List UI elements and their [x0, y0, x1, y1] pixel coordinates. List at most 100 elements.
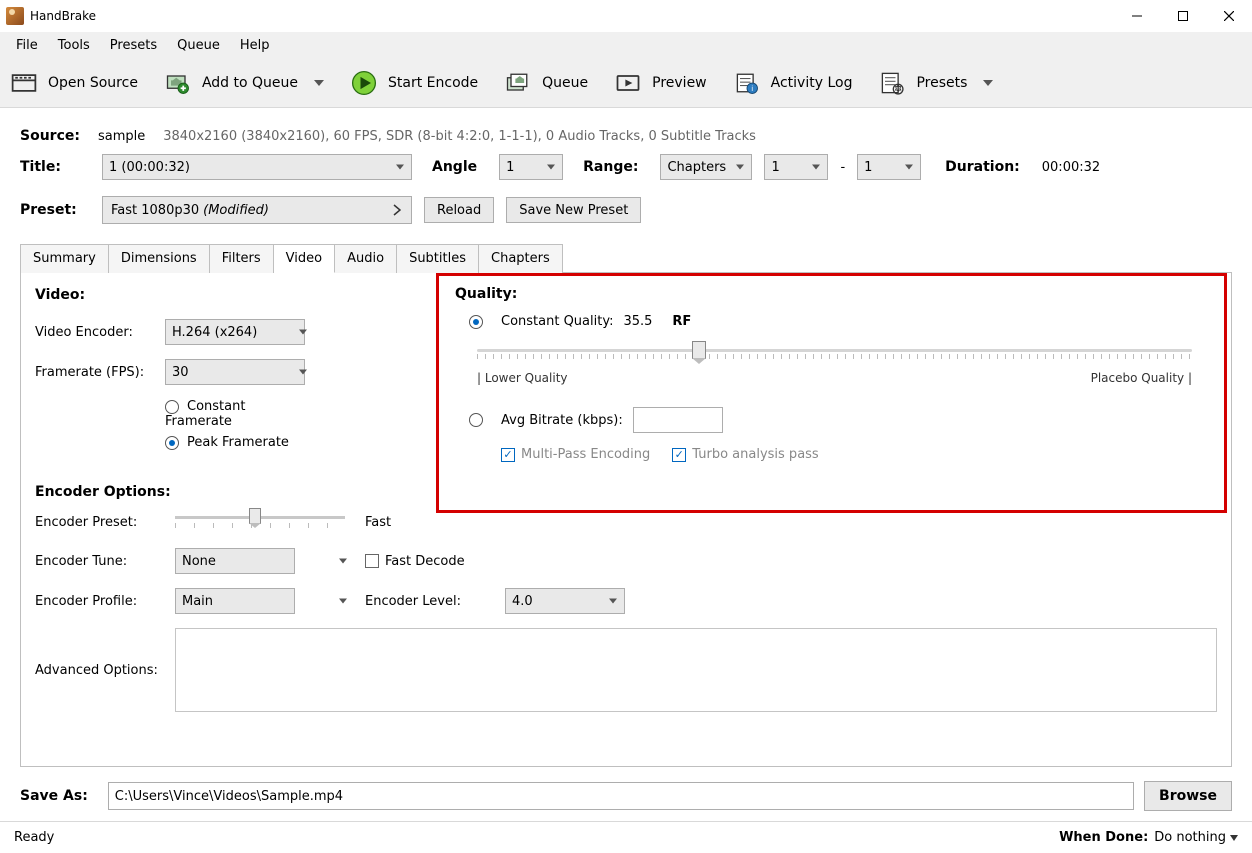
avg-bitrate-radio[interactable]: Avg Bitrate (kbps):: [469, 413, 623, 428]
tab-filters[interactable]: Filters: [210, 244, 274, 273]
browse-button[interactable]: Browse: [1144, 781, 1232, 811]
preset-modified: (Modified): [203, 203, 269, 218]
reload-button[interactable]: Reload: [424, 197, 494, 223]
advanced-options-input[interactable]: [175, 628, 1217, 712]
range-to-select[interactable]: 1: [857, 154, 921, 180]
quality-slider-thumb[interactable]: [692, 341, 706, 359]
svg-text:i: i: [751, 84, 753, 92]
open-source-label: Open Source: [48, 75, 138, 91]
preset-row: Preset: Fast 1080p30 (Modified) Reload S…: [20, 196, 1232, 224]
app-title: HandBrake: [30, 9, 1114, 23]
framerate-label: Framerate (FPS):: [35, 365, 165, 380]
add-to-queue-label: Add to Queue: [202, 75, 298, 91]
menubar: File Tools Presets Queue Help: [0, 32, 1252, 58]
turbo-checkbox[interactable]: Turbo analysis pass: [672, 447, 818, 462]
quality-slider[interactable]: [477, 339, 1192, 369]
menu-queue[interactable]: Queue: [167, 34, 230, 57]
save-as-input[interactable]: [108, 782, 1134, 810]
save-new-preset-button[interactable]: Save New Preset: [506, 197, 641, 223]
tab-video[interactable]: Video: [274, 244, 335, 273]
constant-framerate-radio[interactable]: Constant Framerate: [165, 399, 315, 429]
advanced-options-label: Advanced Options:: [35, 663, 165, 678]
constant-quality-unit: RF: [672, 314, 691, 329]
start-encode-button[interactable]: Start Encode: [344, 65, 484, 101]
preview-icon: [614, 69, 642, 97]
close-button[interactable]: [1206, 0, 1252, 32]
range-from-select[interactable]: 1: [764, 154, 828, 180]
fast-decode-checkbox[interactable]: Fast Decode: [365, 554, 465, 569]
preset-dropdown[interactable]: Fast 1080p30 (Modified): [102, 196, 412, 224]
source-details: 3840x2160 (3840x2160), 60 FPS, SDR (8-bi…: [163, 129, 756, 144]
quality-section-label: Quality:: [455, 286, 1214, 302]
encoder-level-label: Encoder Level:: [365, 594, 461, 609]
range-label: Range:: [583, 159, 638, 175]
duration-value: 00:00:32: [1042, 160, 1100, 175]
avg-bitrate-input[interactable]: [633, 407, 723, 433]
when-done-label: When Done:: [1059, 830, 1148, 845]
titlebar: HandBrake: [0, 0, 1252, 32]
chevron-right-icon: [393, 204, 401, 216]
title-row: Title: 1 (00:00:32) Angle 1 Range: Chapt…: [20, 154, 1232, 180]
quality-highlight-box: Quality: Constant Quality: 35.5 RF | Low…: [436, 273, 1227, 513]
video-encoder-select[interactable]: H.264 (x264): [165, 319, 305, 345]
minimize-button[interactable]: [1114, 0, 1160, 32]
avg-bitrate-label: Avg Bitrate (kbps):: [501, 413, 623, 428]
source-label: Source:: [20, 128, 80, 144]
preview-label: Preview: [652, 75, 707, 91]
menu-file[interactable]: File: [6, 34, 48, 57]
tabs: Summary Dimensions Filters Video Audio S…: [20, 244, 1232, 273]
tab-summary[interactable]: Summary: [20, 244, 109, 273]
presets-button[interactable]: Presets: [872, 65, 999, 101]
constant-quality-radio[interactable]: Constant Quality:: [469, 314, 613, 329]
encoder-level-select[interactable]: 4.0: [505, 588, 625, 614]
duration-label: Duration:: [945, 159, 1020, 175]
preset-label: Preset:: [20, 202, 80, 218]
minimize-icon: [1132, 11, 1142, 21]
chevron-down-icon: [314, 80, 324, 86]
maximize-icon: [1178, 11, 1188, 21]
framerate-select[interactable]: 30: [165, 359, 305, 385]
preview-button[interactable]: Preview: [608, 65, 713, 101]
encoder-tune-label: Encoder Tune:: [35, 554, 165, 569]
multipass-checkbox[interactable]: Multi-Pass Encoding: [501, 447, 650, 462]
maximize-button[interactable]: [1160, 0, 1206, 32]
activity-log-icon: i: [733, 69, 761, 97]
when-done-value[interactable]: Do nothing: [1154, 830, 1238, 845]
tab-subtitles[interactable]: Subtitles: [397, 244, 479, 273]
start-encode-label: Start Encode: [388, 75, 478, 91]
queue-icon: [504, 69, 532, 97]
range-type-select[interactable]: Chapters: [660, 154, 752, 180]
open-source-button[interactable]: Open Source: [4, 65, 144, 101]
encoder-profile-select[interactable]: Main: [175, 588, 295, 614]
encoder-profile-label: Encoder Profile:: [35, 594, 165, 609]
menu-tools[interactable]: Tools: [48, 34, 100, 57]
source-row: Source: sample 3840x2160 (3840x2160), 60…: [20, 128, 1232, 144]
queue-label: Queue: [542, 75, 588, 91]
peak-framerate-radio[interactable]: Peak Framerate: [165, 435, 315, 450]
add-to-queue-button[interactable]: Add to Queue: [158, 65, 330, 101]
add-to-queue-icon: [164, 69, 192, 97]
activity-log-button[interactable]: i Activity Log: [727, 65, 859, 101]
encoder-tune-select[interactable]: None: [175, 548, 295, 574]
chevron-down-icon: [1230, 835, 1238, 841]
encoder-preset-slider[interactable]: [175, 510, 345, 534]
tab-audio[interactable]: Audio: [335, 244, 397, 273]
video-tab-panel: Video: Video Encoder: H.264 (x264) Frame…: [20, 273, 1232, 767]
status-text: Ready: [14, 830, 1059, 845]
title-select[interactable]: 1 (00:00:32): [102, 154, 412, 180]
close-icon: [1224, 11, 1234, 21]
menu-help[interactable]: Help: [230, 34, 280, 57]
play-icon: [350, 69, 378, 97]
toolbar: Open Source Add to Queue Start Encode Qu…: [0, 58, 1252, 108]
range-dash: -: [840, 160, 845, 175]
angle-select[interactable]: 1: [499, 154, 563, 180]
tab-dimensions[interactable]: Dimensions: [109, 244, 210, 273]
encoder-preset-thumb[interactable]: [249, 508, 261, 524]
constant-quality-value: 35.5: [623, 314, 652, 329]
video-encoder-label: Video Encoder:: [35, 325, 165, 340]
menu-presets[interactable]: Presets: [100, 34, 167, 57]
save-as-label: Save As:: [20, 788, 88, 804]
tab-chapters[interactable]: Chapters: [479, 244, 563, 273]
presets-icon: [878, 69, 906, 97]
queue-button[interactable]: Queue: [498, 65, 594, 101]
